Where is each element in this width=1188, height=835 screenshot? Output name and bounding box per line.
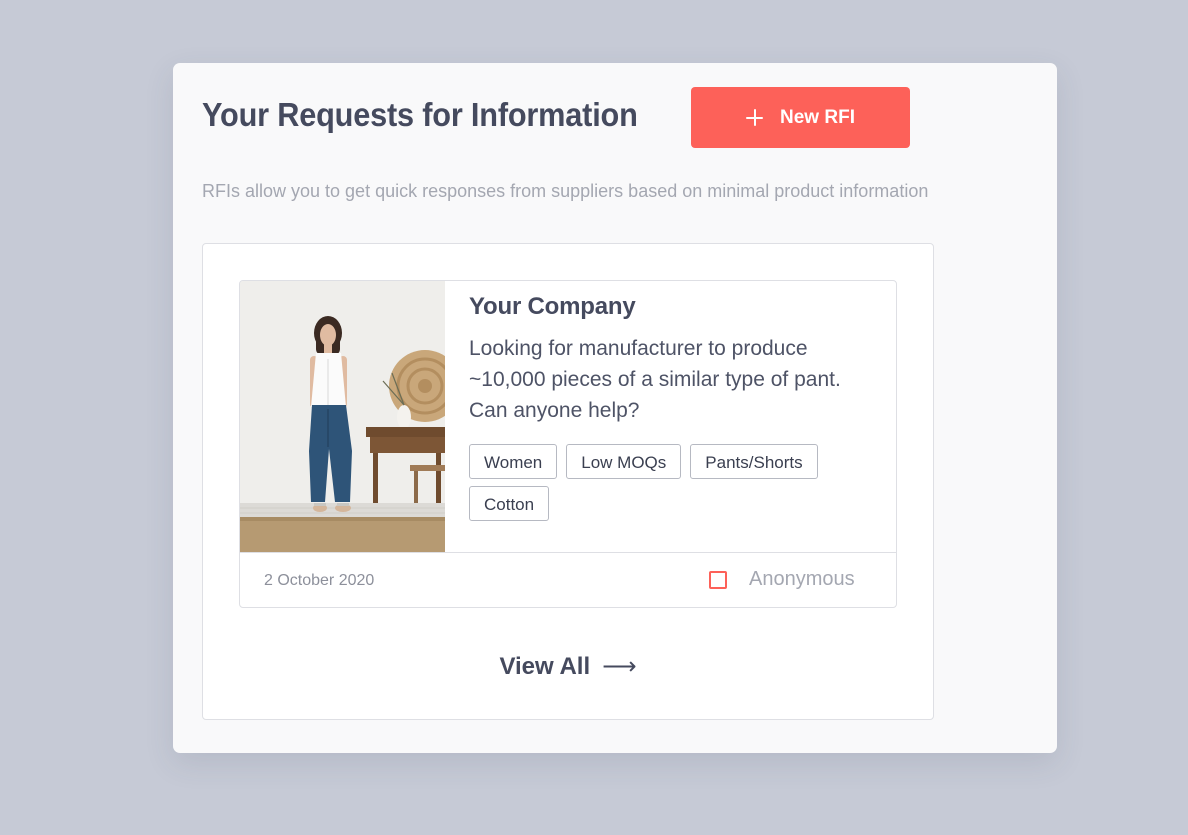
view-all-label: View All (499, 653, 591, 680)
rfi-date: 2 October 2020 (264, 572, 375, 589)
product-image (240, 281, 445, 552)
plus-icon (746, 109, 764, 126)
new-rfi-button-label: New RFI (780, 106, 855, 128)
anonymous-checkbox[interactable] (709, 571, 727, 589)
rfi-card[interactable]: Your Company Looking for manufacturer to… (239, 280, 897, 608)
rfi-description: Looking for manufacturer to produce ~10,… (469, 337, 841, 422)
page-subtitle: RFIs allow you to get quick responses fr… (202, 181, 929, 201)
tag-pants-shorts[interactable]: Pants/Shorts (690, 444, 818, 479)
view-all-link[interactable]: View All ⟶ (203, 652, 933, 681)
tag-list: Women Low MOQs Pants/Shorts Cotton (469, 444, 869, 521)
arrow-right-icon: ⟶ (602, 653, 637, 680)
tag-cotton[interactable]: Cotton (469, 486, 550, 521)
new-rfi-button[interactable]: New RFI (691, 87, 910, 148)
anonymous-label[interactable]: Anonymous (749, 568, 855, 591)
rfi-card-footer: 2 October 2020 Anonymous (240, 552, 896, 607)
tag-low-moqs[interactable]: Low MOQs (566, 444, 682, 479)
company-name: Your Company (469, 293, 636, 320)
rfi-list-card: Your Company Looking for manufacturer to… (202, 243, 934, 720)
tag-women[interactable]: Women (469, 444, 558, 479)
rfi-card-body: Your Company Looking for manufacturer to… (469, 293, 879, 521)
rfi-panel: Your Requests for Information New RFI RF… (173, 63, 1057, 753)
page-title: Your Requests for Information (202, 96, 638, 133)
